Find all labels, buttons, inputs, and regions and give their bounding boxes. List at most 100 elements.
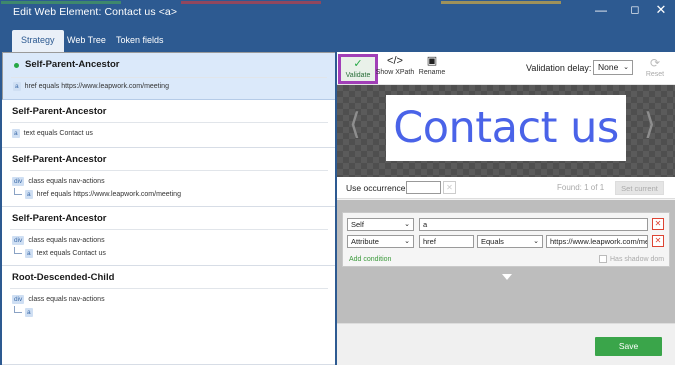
expand-arrow-icon[interactable] bbox=[502, 274, 512, 280]
condition-text: text equals Contact us bbox=[23, 130, 93, 137]
condition-type-value: Self bbox=[351, 220, 364, 229]
clear-occurrence-icon[interactable]: ✕ bbox=[443, 181, 456, 194]
condition-text: class equals nav-actions bbox=[28, 237, 105, 244]
strategy-card[interactable]: Self-Parent-Ancestor a href equals https:/… bbox=[2, 52, 335, 100]
condition-type-select[interactable]: Self ⌄ bbox=[347, 218, 414, 231]
top-color-strip bbox=[1, 1, 675, 4]
condition-value-input[interactable]: a bbox=[419, 218, 648, 231]
chevron-down-icon: ⌄ bbox=[404, 238, 410, 245]
found-count: Found: 1 of 1 bbox=[557, 183, 605, 192]
conditions-box: Self ⌄ a ✕ Attribute ⌄ href Equals ⌄ https:… bbox=[342, 212, 670, 267]
tree-branch-icon bbox=[14, 247, 22, 254]
show-xpath-button[interactable]: </> Show XPath bbox=[375, 54, 415, 84]
element-tag-badge: a bbox=[25, 248, 33, 258]
element-preview: ⟨ Contact us ⟩ bbox=[337, 85, 675, 177]
set-current-button[interactable]: Set current bbox=[615, 181, 664, 195]
strategy-title: Self-Parent-Ancestor bbox=[12, 106, 107, 117]
validation-delay-value: None bbox=[598, 62, 619, 72]
strategy-condition-row: div class equals nav-actions bbox=[12, 294, 105, 305]
reset-button[interactable]: ⟳ Reset bbox=[642, 56, 668, 78]
strategy-title: Root-Descended-Child bbox=[12, 272, 115, 283]
rename-icon: ▣ bbox=[426, 55, 438, 67]
use-occurrence-label: Use occurrence: bbox=[346, 183, 408, 193]
operator-select[interactable]: Equals ⌄ bbox=[477, 235, 543, 248]
delete-condition-icon[interactable]: ✕ bbox=[652, 235, 664, 247]
tree-branch-icon bbox=[14, 188, 22, 195]
strategy-card[interactable]: Self-Parent-Ancestor div class equals nav-… bbox=[2, 148, 335, 207]
checkbox-box bbox=[599, 255, 607, 263]
save-button[interactable]: Save bbox=[595, 337, 662, 356]
color-strip-segment bbox=[441, 1, 561, 4]
toolbar: ✓ Validate </> Show XPath ▣ Rename Valid… bbox=[337, 52, 675, 85]
element-tag-badge: a bbox=[25, 189, 33, 199]
has-shadow-dom-checkbox[interactable]: Has shadow dom bbox=[599, 255, 664, 263]
color-strip-segment bbox=[181, 1, 321, 4]
tab-strategy[interactable]: Strategy bbox=[12, 30, 64, 52]
strategy-card[interactable]: Self-Parent-Ancestor div class equals nav-… bbox=[2, 207, 335, 266]
code-icon: </> bbox=[387, 55, 403, 67]
divider bbox=[10, 229, 328, 230]
reset-label: Reset bbox=[645, 71, 665, 78]
occurrence-input[interactable] bbox=[406, 181, 441, 194]
strategy-card[interactable]: Root-Descended-Child div class equals nav-… bbox=[2, 266, 335, 365]
delete-condition-icon[interactable]: ✕ bbox=[652, 218, 664, 230]
selected-indicator-icon bbox=[14, 63, 19, 68]
attribute-value-input[interactable]: https://www.leapwork.com/meeting bbox=[546, 235, 648, 248]
conditions-area: Self ⌄ a ✕ Attribute ⌄ href Equals ⌄ https:… bbox=[337, 200, 675, 323]
strategy-condition-row: a bbox=[14, 306, 37, 318]
condition-type-value: Attribute bbox=[351, 237, 379, 246]
tree-branch-icon bbox=[14, 306, 22, 313]
attribute-name-input[interactable]: href bbox=[419, 235, 474, 248]
rename-label: Rename bbox=[418, 69, 446, 76]
divider bbox=[10, 288, 328, 289]
divider bbox=[11, 77, 327, 78]
chevron-down-icon: ⌄ bbox=[623, 64, 629, 71]
preview-text: Contact us bbox=[393, 103, 619, 153]
element-tag-badge: div bbox=[12, 176, 25, 186]
chevron-down-icon: ⌄ bbox=[533, 238, 539, 245]
element-tag-badge: div bbox=[12, 235, 25, 245]
tab-bar: Strategy Web Tree Token fields bbox=[1, 24, 675, 52]
validation-delay-label: Validation delay: bbox=[526, 63, 592, 73]
minimize-icon[interactable]: — bbox=[586, 1, 616, 21]
divider bbox=[10, 122, 328, 123]
rename-button[interactable]: ▣ Rename bbox=[417, 54, 447, 84]
strategy-condition-row: div class equals nav-actions bbox=[12, 176, 105, 187]
divider bbox=[10, 170, 328, 171]
condition-text: text equals Contact us bbox=[36, 250, 106, 257]
validate-label: Validate bbox=[345, 72, 371, 79]
condition-text: class equals nav-actions bbox=[28, 178, 105, 185]
chevron-right-icon[interactable]: ⟩ bbox=[644, 105, 656, 145]
operator-value: Equals bbox=[481, 237, 504, 246]
strategy-condition-row: a text equals Contact us bbox=[14, 247, 106, 259]
has-shadow-dom-label: Has shadow dom bbox=[610, 255, 665, 263]
element-tag-badge: a bbox=[12, 128, 20, 138]
condition-type-select[interactable]: Attribute ⌄ bbox=[347, 235, 414, 248]
condition-text: href equals https://www.leapwork.com/mee… bbox=[24, 83, 169, 90]
edit-web-element-window: Edit Web Element: Contact us <a> — ◻ ✕ S… bbox=[0, 0, 675, 365]
element-details-panel: ✓ Validate </> Show XPath ▣ Rename Valid… bbox=[337, 52, 675, 365]
strategy-condition-row: a href equals https://www.leapwork.com/me… bbox=[13, 81, 169, 92]
strategy-condition-row: div class equals nav-actions bbox=[12, 235, 105, 246]
color-strip-segment bbox=[1, 1, 121, 4]
validation-delay-select[interactable]: None ⌄ bbox=[593, 60, 633, 75]
element-tag-badge: a bbox=[13, 81, 21, 91]
refresh-icon: ⟳ bbox=[649, 56, 661, 70]
show-xpath-label: Show XPath bbox=[375, 69, 415, 76]
strategy-list: Self-Parent-Ancestor a href equals https:/… bbox=[2, 52, 336, 365]
add-condition-link[interactable]: Add condition bbox=[349, 256, 391, 263]
tab-token-fields[interactable]: Token fields bbox=[107, 30, 173, 52]
strategy-title: Self-Parent-Ancestor bbox=[25, 59, 120, 70]
validate-button[interactable]: ✓ Validate bbox=[338, 54, 378, 84]
checkmark-icon: ✓ bbox=[353, 58, 363, 70]
occurrence-bar: Use occurrence: ✕ Found: 1 of 1 Set curr… bbox=[337, 177, 675, 199]
strategy-card[interactable]: Self-Parent-Ancestor a text equals Contact… bbox=[2, 100, 335, 148]
close-icon[interactable]: ✕ bbox=[646, 1, 675, 21]
condition-text: class equals nav-actions bbox=[28, 296, 105, 303]
strategy-condition-row: a href equals https://www.leapwork.com/me… bbox=[14, 188, 181, 200]
chevron-down-icon: ⌄ bbox=[404, 221, 410, 228]
title-bar: Edit Web Element: Contact us <a> — ◻ ✕ bbox=[1, 1, 675, 24]
element-tag-badge: div bbox=[12, 294, 25, 304]
strategy-condition-row: a text equals Contact us bbox=[12, 128, 93, 139]
chevron-left-icon[interactable]: ⟨ bbox=[349, 105, 361, 145]
